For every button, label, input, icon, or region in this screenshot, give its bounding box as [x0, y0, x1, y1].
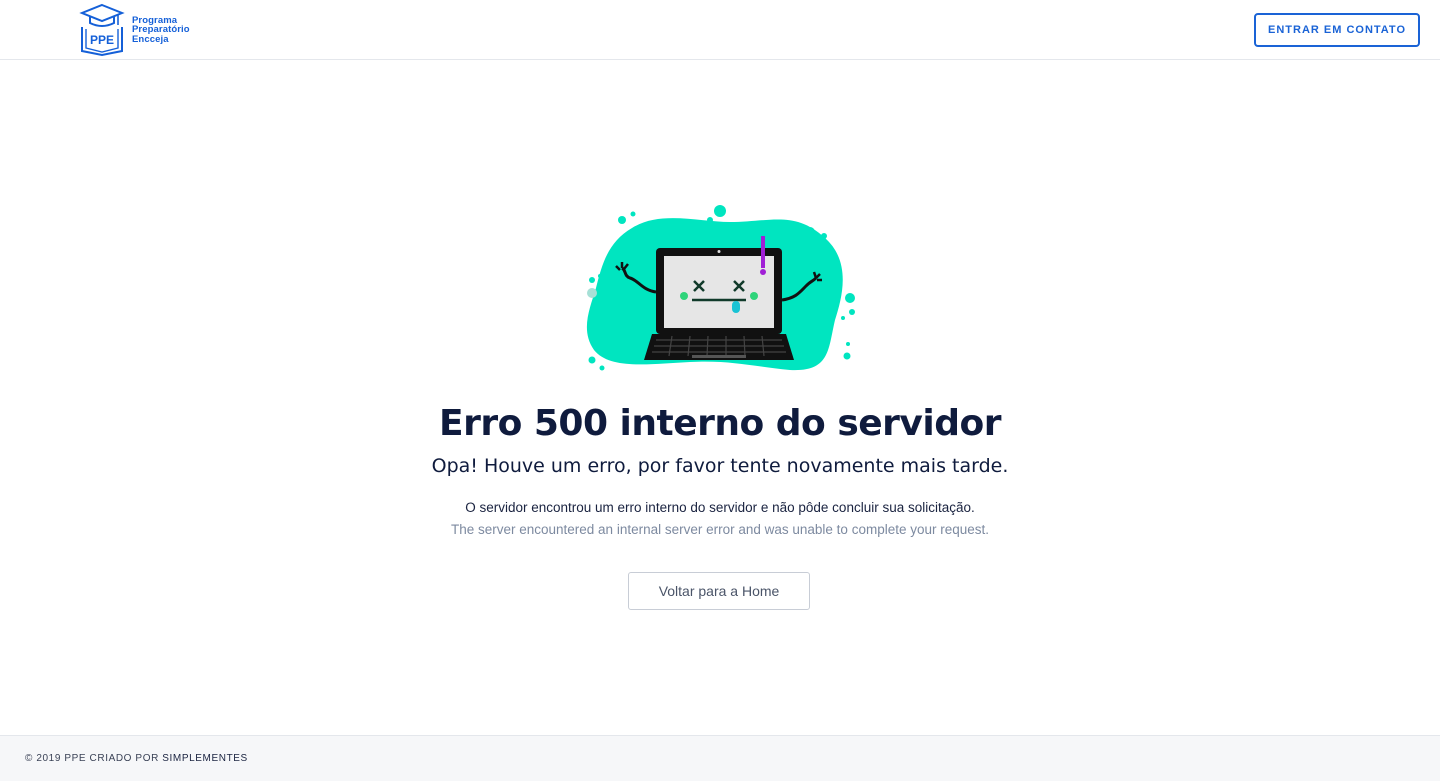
footer-link-simplementes[interactable]: SIMPLEMENTES	[162, 753, 248, 764]
error-description-en: The server encountered an internal serve…	[450, 522, 990, 537]
footer: © 2019 PPE CRIADO POR SIMPLEMENTES	[0, 735, 1440, 781]
logo-badge: PPE	[90, 33, 114, 47]
error-page: PPE Programa Preparatório Encceja ENTRAR…	[0, 0, 1440, 781]
logo[interactable]: PPE Programa Preparatório Encceja	[78, 3, 208, 57]
contact-button[interactable]: ENTRAR EM CONTATO	[1254, 13, 1420, 47]
footer-copyright: © 2019 PPE CRIADO POR	[25, 753, 163, 764]
top-header: PPE Programa Preparatório Encceja ENTRAR…	[0, 0, 1440, 60]
back-home-button[interactable]: Voltar para a Home	[628, 572, 810, 610]
broken-laptop-icon	[586, 205, 855, 371]
error-illustration	[580, 200, 865, 380]
error-description-pt: O servidor encontrou um erro interno do …	[465, 500, 975, 515]
logo-wordmark: Programa Preparatório Encceja	[132, 16, 190, 45]
footer-text: © 2019 PPE CRIADO POR SIMPLEMENTES	[25, 753, 248, 764]
error-title: Erro 500 interno do servidor	[439, 403, 1001, 444]
graduation-cap-book-icon: PPE	[79, 3, 125, 57]
logo-line-3: Encceja	[132, 33, 169, 45]
error-subtitle: Opa! Houve um erro, por favor tente nova…	[431, 455, 1009, 477]
